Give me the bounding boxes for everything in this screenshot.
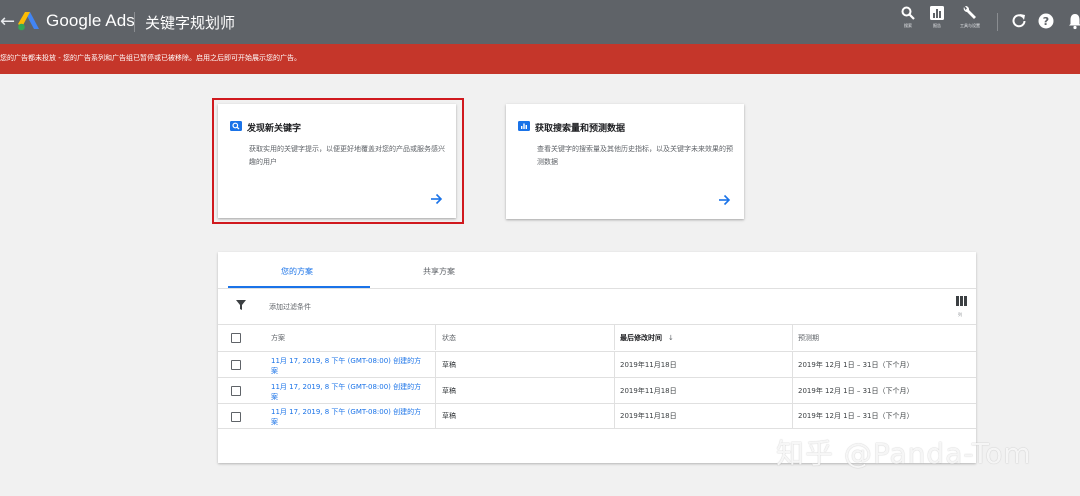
- column-divider: [792, 325, 793, 350]
- table-header-row: 方案 状态 最后修改时间 ↓ 预测期: [218, 324, 976, 350]
- last-modified-label: 最后修改时间: [620, 333, 662, 342]
- svg-text:?: ?: [1043, 15, 1049, 28]
- highlight-box: [212, 98, 464, 224]
- page-title: 关键字规划师: [145, 14, 236, 32]
- forecast-period-cell: 2019年 12月 1日 – 31日（下个月）: [798, 412, 914, 420]
- select-all-checkbox[interactable]: [231, 333, 241, 343]
- forecast-period-cell: 2019年 12月 1日 – 31日（下个月）: [798, 360, 914, 369]
- brand-name[interactable]: Google Ads: [46, 11, 135, 31]
- status-cell: 草稿: [442, 360, 456, 369]
- title-divider: [134, 12, 135, 32]
- row-checkbox[interactable]: [231, 412, 241, 422]
- search-tool-label: 搜索: [904, 23, 912, 28]
- paused-ads-alert-banner: 您的广告都未投放 - 您的广告系列和广告组已暂停或已被移除。启用之后即可开始展示…: [0, 44, 1080, 74]
- sort-descending-icon: ↓: [668, 333, 674, 342]
- tools-settings-button[interactable]: 工具与设置: [960, 6, 980, 28]
- google-ads-logo[interactable]: [18, 11, 40, 31]
- search-icon: [901, 6, 915, 20]
- column-divider: [614, 352, 615, 377]
- columns-icon[interactable]: [956, 296, 967, 306]
- column-divider: [435, 352, 436, 377]
- plan-cell: 11月 17, 2019, 8 下午 (GMT-08:00) 创建的方案: [271, 378, 426, 403]
- tab-your-plans[interactable]: 您的方案: [281, 266, 313, 277]
- arrow-right-icon[interactable]: [717, 193, 731, 207]
- alert-text: 您的广告都未投放 - 您的广告系列和广告组已暂停或已被移除。启用之后即可开始展示…: [0, 54, 301, 62]
- plan-link[interactable]: 11月 17, 2019, 8 下午 (GMT-08:00) 创建的方案: [271, 354, 426, 376]
- back-arrow-icon[interactable]: ←: [0, 10, 15, 34]
- table-row[interactable]: 11月 17, 2019, 8 下午 (GMT-08:00) 创建的方案 草稿 …: [218, 403, 976, 429]
- card-title: 获取搜索量和预测数据: [535, 124, 626, 134]
- column-divider: [435, 404, 436, 428]
- column-divider: [614, 378, 615, 403]
- table-row[interactable]: 11月 17, 2019, 8 下午 (GMT-08:00) 创建的方案 草稿 …: [218, 351, 976, 377]
- plan-cell: 11月 17, 2019, 8 下午 (GMT-08:00) 创建的方案: [271, 352, 426, 377]
- watermark-text: 知乎 @Panda-Tom: [776, 437, 1032, 470]
- search-tool-button[interactable]: 搜索: [901, 6, 915, 28]
- column-divider: [792, 378, 793, 403]
- reports-tool-label: 报告: [933, 23, 941, 28]
- toolbar-divider: [997, 13, 998, 31]
- column-divider: [792, 404, 793, 428]
- help-icon[interactable]: ?: [1037, 12, 1055, 30]
- wrench-icon: [963, 6, 976, 19]
- reports-tool-button[interactable]: 报告: [930, 6, 944, 28]
- column-divider: [792, 352, 793, 377]
- column-header-last-modified[interactable]: 最后修改时间 ↓: [620, 325, 674, 350]
- column-divider: [435, 378, 436, 403]
- last-modified-cell: 2019年11月18日: [620, 360, 677, 369]
- row-checkbox[interactable]: [231, 360, 241, 370]
- column-divider: [614, 404, 615, 428]
- card-description: 查看关键字的搜索量及其他历史指标，以及关键字未来效果的预测数据: [537, 145, 733, 166]
- plan-cell: 11月 17, 2019, 8 下午 (GMT-08:00) 创建的方案: [271, 404, 426, 428]
- columns-label: 列: [958, 312, 962, 317]
- plan-link[interactable]: 11月 17, 2019, 8 下午 (GMT-08:00) 创建的方案: [271, 380, 426, 402]
- row-checkbox[interactable]: [231, 386, 241, 396]
- refresh-icon[interactable]: [1010, 12, 1028, 30]
- last-modified-cell: 2019年11月18日: [620, 412, 677, 420]
- top-app-bar: ← Google Ads 关键字规划师 搜索 报告 工具与设置 ?: [0, 0, 1080, 44]
- status-cell: 草稿: [442, 412, 456, 420]
- reports-icon: [930, 6, 944, 20]
- column-divider: [435, 325, 436, 350]
- filter-icon[interactable]: [236, 300, 246, 310]
- status-cell: 草稿: [442, 386, 456, 395]
- table-row[interactable]: 11月 17, 2019, 8 下午 (GMT-08:00) 创建的方案 草稿 …: [218, 377, 976, 403]
- tab-shared-plans[interactable]: 共享方案: [423, 266, 455, 277]
- column-header-plan[interactable]: 方案: [271, 325, 285, 350]
- forecast-period-cell: 2019年 12月 1日 – 31日（下个月）: [798, 386, 914, 395]
- last-modified-cell: 2019年11月18日: [620, 386, 677, 395]
- search-volume-forecast-card[interactable]: 获取搜索量和预测数据 查看关键字的搜索量及其他历史指标，以及关键字未来效果的预测…: [506, 104, 744, 219]
- plan-link[interactable]: 11月 17, 2019, 8 下午 (GMT-08:00) 创建的方案: [271, 405, 426, 427]
- column-divider: [614, 325, 615, 350]
- tab-divider: [218, 288, 976, 289]
- column-header-status[interactable]: 状态: [442, 325, 456, 350]
- column-header-forecast-period[interactable]: 预测期: [798, 325, 819, 350]
- bell-icon[interactable]: [1066, 12, 1080, 30]
- bar-chart-icon: [518, 121, 530, 131]
- add-filter-link[interactable]: 添加过滤条件: [269, 302, 311, 312]
- tools-settings-label: 工具与设置: [960, 23, 980, 28]
